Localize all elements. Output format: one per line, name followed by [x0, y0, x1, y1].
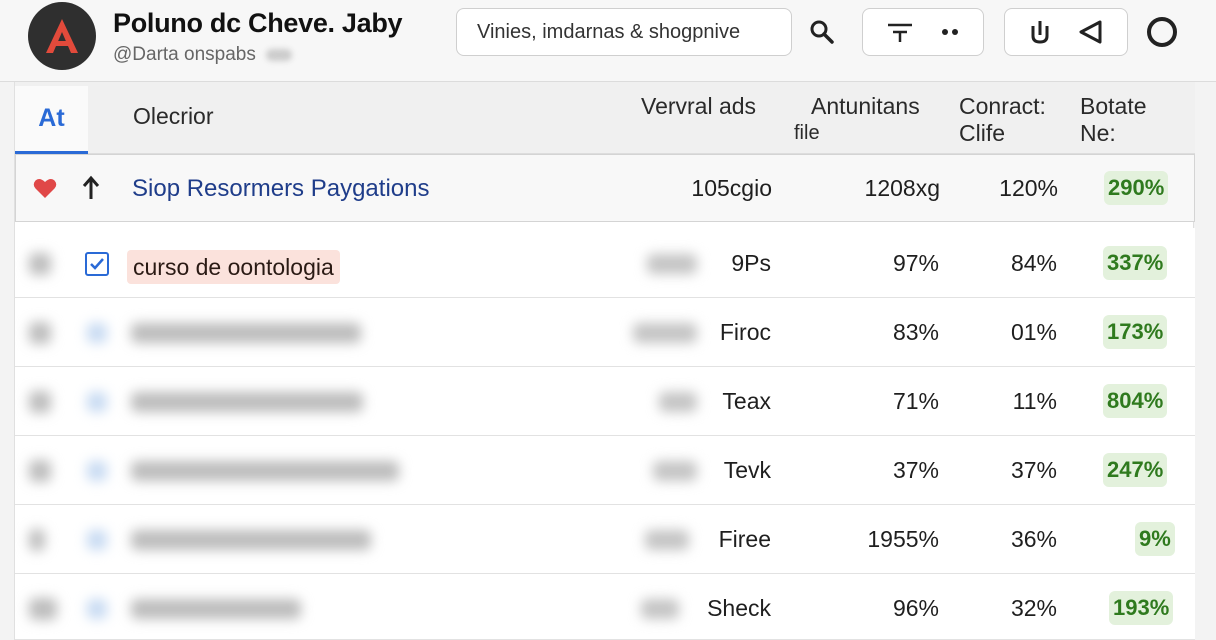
search-input[interactable]: Vinies, imdarnas & shogpnive: [456, 8, 792, 56]
row-volume: 9Ps: [731, 250, 771, 276]
column-header-conract[interactable]: Conract: Clife: [959, 93, 1069, 147]
keyword-table: At Olecrior Vervral ads Antunitans file …: [14, 82, 1195, 640]
table-row[interactable]: Teax 71% 11% 804%: [15, 367, 1195, 436]
row-botate-badge: 193%: [1109, 591, 1174, 625]
column-header-botate-line2: Ne:: [1080, 120, 1116, 146]
featured-name[interactable]: Siop Resormers Paygations: [132, 175, 429, 203]
column-header-name[interactable]: Olecrior: [133, 103, 214, 130]
blurred-rank: [29, 529, 45, 551]
circle-icon[interactable]: [1142, 12, 1182, 52]
row-botate-badge: 173%: [1103, 315, 1168, 349]
action-controls: [1004, 8, 1128, 56]
download-icon[interactable]: [1015, 9, 1065, 55]
column-header-volume[interactable]: Vervral ads: [641, 93, 756, 120]
row-volume: Firoc: [719, 319, 771, 345]
column-header-conract-line2: Clife: [959, 120, 1006, 146]
heart-icon[interactable]: [33, 177, 57, 204]
blurred-checkbox: [87, 599, 107, 619]
row-botate-badge: 337%: [1103, 246, 1168, 280]
blurred-rank: [29, 391, 51, 413]
blurred-rank: [29, 460, 51, 482]
blurred-rank: [29, 253, 51, 275]
row-conract: 84%: [1010, 250, 1057, 276]
row-antunitans: 83%: [892, 319, 939, 345]
tab-at[interactable]: At: [15, 86, 88, 154]
table-row[interactable]: Firoc 83% 01% 173%: [15, 298, 1195, 367]
row-volume: Tevk: [723, 457, 771, 483]
blurred-keyword: [131, 323, 361, 343]
blurred-rank: [29, 322, 51, 344]
app-title: Poluno dc Cheve. Jaby: [113, 8, 403, 38]
table-header: At Olecrior Vervral ads Antunitans file …: [15, 82, 1195, 154]
table-row[interactable]: Firee 1955% 36% 9%: [15, 505, 1195, 574]
column-header-botate[interactable]: Botate Ne:: [1080, 93, 1190, 147]
column-header-botate-line1: Botate: [1080, 93, 1147, 119]
blurred-checkbox: [87, 461, 107, 481]
blurred-checkbox: [87, 323, 107, 343]
featured-antunitans: 1208xg: [864, 175, 940, 201]
row-volume: Sheck: [707, 595, 771, 621]
row-volume: Firee: [718, 526, 771, 552]
column-header-antunitans-sub: file: [794, 122, 820, 144]
view-controls: [862, 8, 984, 56]
app-handle: @Darta onspabs: [113, 44, 292, 66]
handle-text: @Darta onspabs: [113, 44, 256, 65]
blurred-text: [265, 48, 292, 61]
column-header-antunitans[interactable]: Antunitans: [811, 93, 920, 120]
blurred-keyword: [131, 599, 301, 619]
blurred-checkbox: [87, 392, 107, 412]
row-botate-badge: 9%: [1135, 522, 1175, 556]
more-icon[interactable]: [925, 9, 975, 55]
keyword-chip[interactable]: curso de oontologia: [127, 250, 340, 284]
featured-row[interactable]: Siop Resormers Paygations 105cgio 1208xg…: [15, 154, 1195, 222]
blurred-keyword: [131, 461, 399, 481]
featured-botate-badge: 290%: [1104, 171, 1169, 205]
row-antunitans: 37%: [892, 457, 939, 483]
row-volume: Teax: [722, 388, 771, 414]
row-conract: 01%: [1010, 319, 1057, 345]
featured-volume: 105cgio: [691, 175, 772, 201]
search-icon[interactable]: [805, 14, 839, 50]
row-antunitans: 96%: [892, 595, 939, 621]
blurred-keyword: [131, 530, 371, 550]
checkbox-icon[interactable]: [85, 252, 109, 276]
table-row[interactable]: curso de oontologia 9Ps 97% 84% 337%: [15, 228, 1195, 298]
row-conract: 36%: [1010, 526, 1057, 552]
column-header-conract-line1: Conract:: [959, 93, 1046, 119]
blurred-keyword: [131, 392, 363, 412]
table-row[interactable]: Sheck 96% 32% 193%: [15, 574, 1195, 640]
table-row[interactable]: Tevk 37% 37% 247%: [15, 436, 1195, 505]
row-botate-badge: 247%: [1103, 453, 1168, 487]
arrow-up-icon[interactable]: [82, 175, 100, 206]
app-header: Poluno dc Cheve. Jaby @Darta onspabs Vin…: [0, 0, 1216, 82]
featured-conract: 120%: [999, 175, 1058, 201]
back-icon[interactable]: [1065, 9, 1115, 55]
row-conract: 11%: [1012, 388, 1057, 414]
blurred-checkbox: [87, 530, 107, 550]
row-antunitans: 1955%: [867, 526, 939, 552]
filter-icon[interactable]: [875, 9, 925, 55]
row-conract: 37%: [1010, 457, 1057, 483]
row-antunitans: 97%: [892, 250, 939, 276]
row-botate-badge: 804%: [1103, 384, 1168, 418]
blurred-rank: [29, 598, 57, 620]
logo-icon[interactable]: [28, 2, 96, 70]
row-conract: 32%: [1010, 595, 1057, 621]
row-antunitans: 71%: [892, 388, 939, 414]
